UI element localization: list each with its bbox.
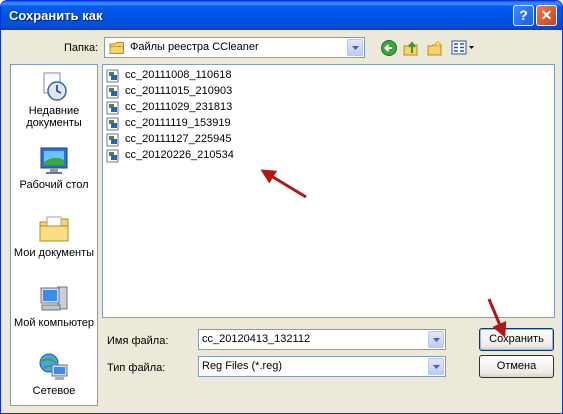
arrow-to-save-button	[487, 298, 507, 338]
arrow-to-file-list	[260, 169, 307, 199]
annotation-arrows	[260, 169, 507, 338]
save-as-dialog: Сохранить как ? ✕ Папка: Файлы реестра C…	[0, 0, 563, 414]
